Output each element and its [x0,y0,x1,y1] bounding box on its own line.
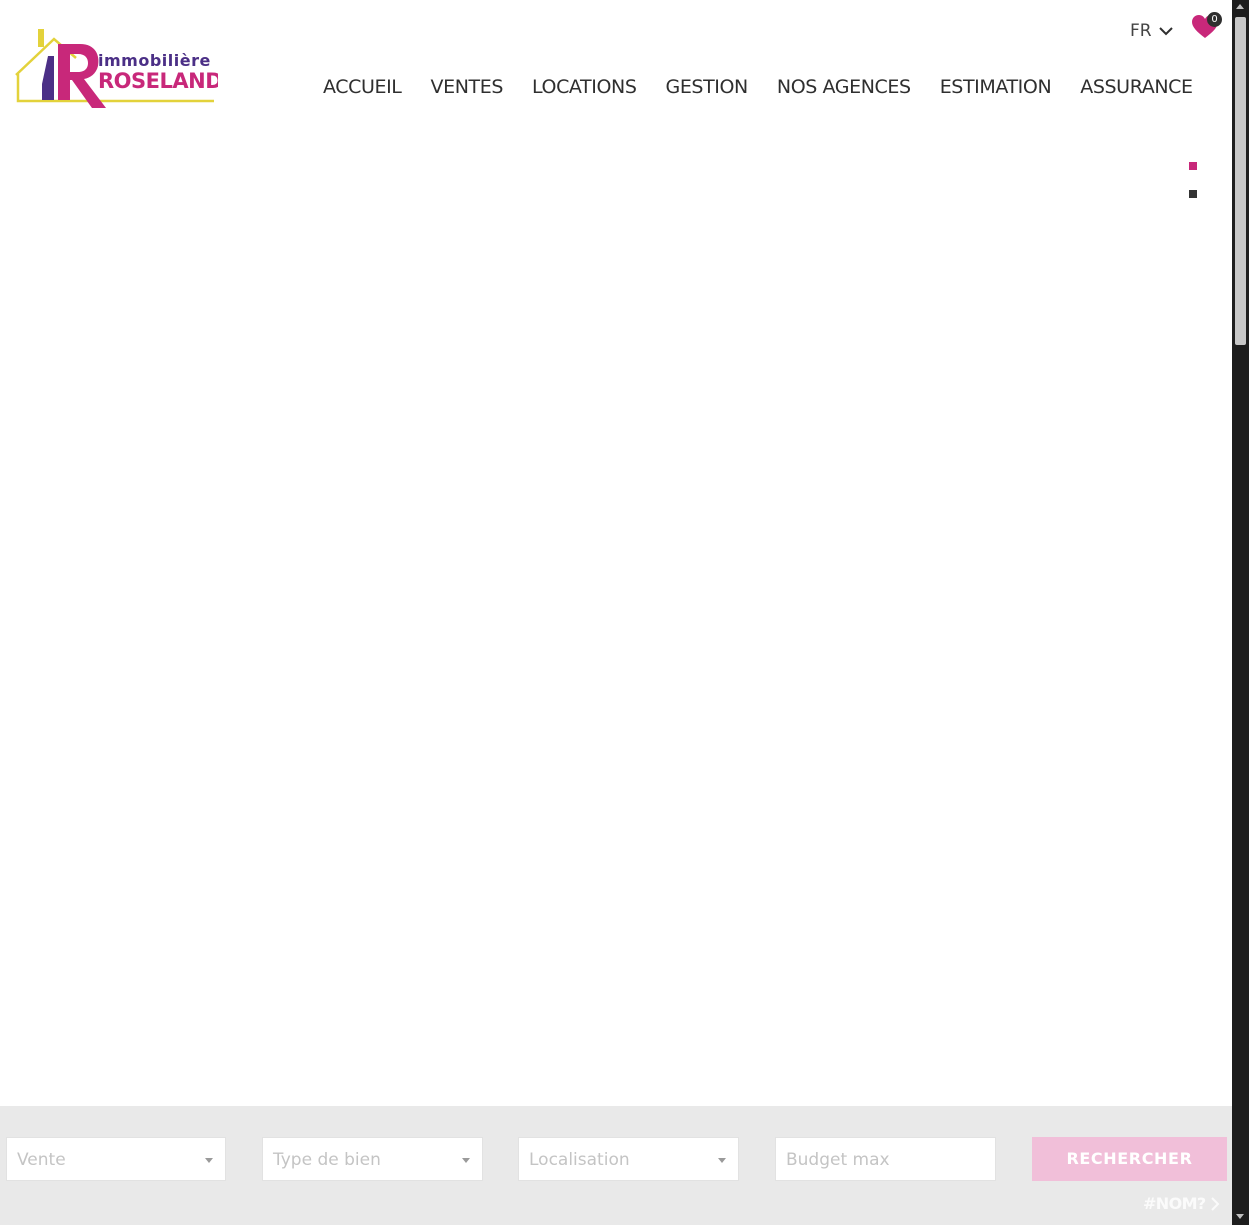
chevron-right-icon [1210,1196,1220,1211]
transaction-select[interactable]: Vente [6,1137,226,1181]
slider-dot[interactable] [1189,190,1197,198]
transaction-placeholder: Vente [17,1150,66,1170]
scrollbar-thumb[interactable] [1235,17,1246,345]
nav-item-assurance[interactable]: ASSURANCE [1080,75,1193,99]
nav-item-gestion[interactable]: GESTION [666,75,749,99]
language-selector[interactable]: FR [1130,20,1174,42]
svg-text:immobilière: immobilière [98,51,211,70]
property-search-bar: Vente Type de bien Localisation Budget m… [0,1106,1232,1225]
main-nav: ACCUEIL VENTES LOCATIONS GESTION NOS AGE… [323,75,1193,99]
language-label: FR [1130,21,1152,41]
nav-item-accueil[interactable]: ACCUEIL [323,75,402,99]
nav-item-locations[interactable]: LOCATIONS [532,75,637,99]
nav-item-ventes[interactable]: VENTES [431,75,504,99]
svg-text:ROSELAND: ROSELAND [98,69,218,93]
property-type-select[interactable]: Type de bien [262,1137,483,1181]
nav-item-estimation[interactable]: ESTIMATION [940,75,1052,99]
page: immobilière ROSELAND FR 0 ACCUEIL VENTES… [0,0,1232,1225]
search-button[interactable]: RECHERCHER [1032,1137,1227,1181]
favorites-button[interactable]: 0 [1191,12,1223,44]
chevron-down-icon [1158,27,1173,36]
nav-item-nos-agences[interactable]: NOS AGENCES [777,75,911,99]
budget-input[interactable]: Budget max [775,1137,996,1181]
reference-search-link[interactable]: #NOM? [1143,1194,1220,1213]
slider-dot-active[interactable] [1189,162,1197,170]
budget-placeholder: Budget max [786,1150,890,1170]
logo-mark: immobilière ROSELAND [15,29,218,108]
site-logo[interactable]: immobilière ROSELAND [14,22,218,110]
reference-link-label: #NOM? [1143,1194,1206,1213]
vertical-scrollbar[interactable] [1232,0,1249,1225]
scroll-up-arrow-icon[interactable] [1236,4,1244,9]
location-select[interactable]: Localisation [518,1137,739,1181]
property-type-placeholder: Type de bien [273,1150,381,1170]
dropdown-arrow-icon [462,1158,470,1163]
favorites-count-badge: 0 [1207,12,1222,27]
location-placeholder: Localisation [529,1150,630,1170]
dropdown-arrow-icon [205,1158,213,1163]
scroll-down-arrow-icon[interactable] [1236,1214,1244,1219]
dropdown-arrow-icon [718,1158,726,1163]
